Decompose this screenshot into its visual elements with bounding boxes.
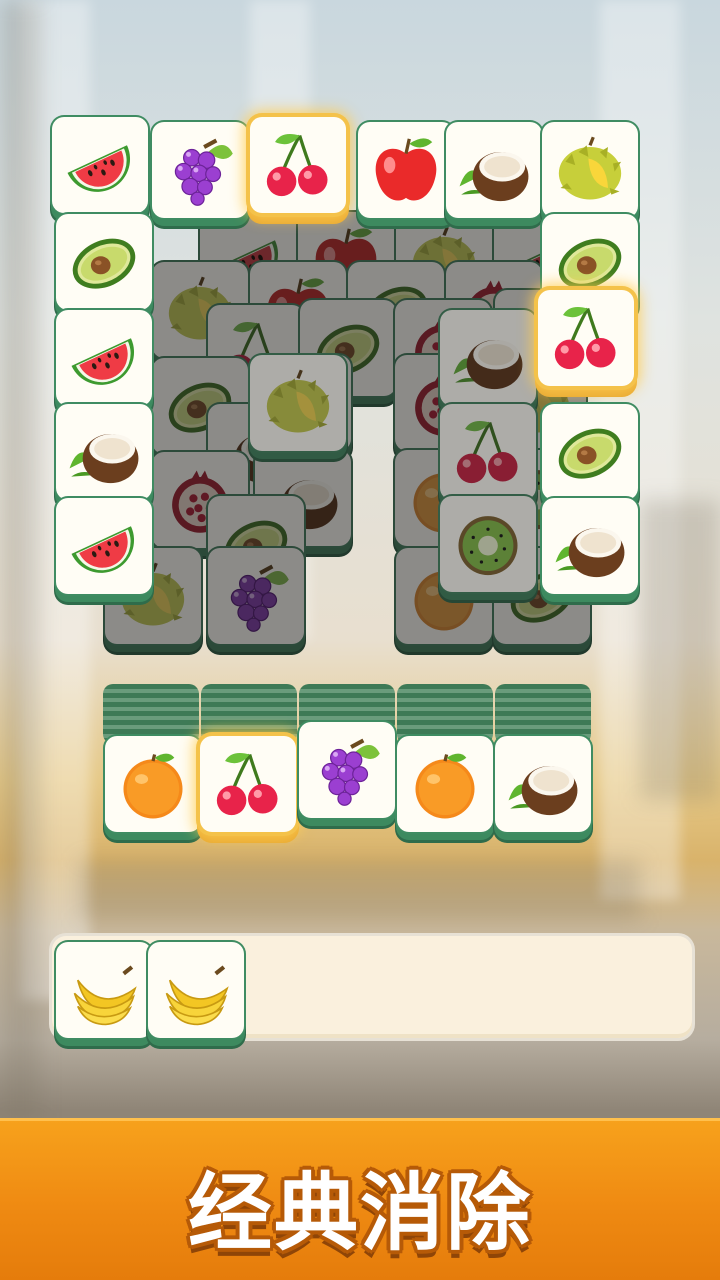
kiwi-icon [447, 503, 529, 585]
tile-right-3[interactable] [542, 404, 638, 500]
apple-icon [365, 129, 447, 211]
grapes-icon [215, 555, 297, 637]
watermelon-icon [63, 505, 145, 587]
coconut-icon [502, 743, 584, 825]
back-tile [440, 310, 536, 406]
tray-slot-1 [56, 942, 152, 1038]
tile-stack-4 [397, 684, 493, 744]
back-tile [208, 548, 304, 644]
cherry-icon [447, 411, 529, 493]
tile-bottom-2-selected[interactable] [200, 736, 296, 832]
tile-bottom-5[interactable] [495, 736, 591, 832]
coconut-icon [549, 505, 631, 587]
tile-right-4[interactable] [542, 498, 638, 594]
orange-icon [404, 743, 486, 825]
tile-right-2-selected[interactable] [538, 290, 634, 386]
banner-title: 经典消除 [187, 1164, 532, 1262]
tile-top-6[interactable] [542, 122, 638, 218]
watermelon-icon [63, 317, 145, 399]
cherry-icon [545, 297, 627, 379]
cherry-icon [207, 743, 289, 825]
orange-icon [112, 743, 194, 825]
banana-icon [155, 949, 237, 1031]
grapes-icon [159, 129, 241, 211]
coconut-icon [447, 317, 529, 399]
tile-left-2[interactable] [56, 310, 152, 406]
tile-left-3[interactable] [56, 404, 152, 500]
durian-icon [549, 129, 631, 211]
tile-stack-2 [201, 684, 297, 744]
durian-icon [257, 362, 339, 444]
tile-bottom-1[interactable] [105, 736, 201, 832]
banana-icon [63, 949, 145, 1031]
avocado-icon [549, 411, 631, 493]
tile-top-1[interactable] [52, 117, 148, 213]
tile-stack-5 [495, 684, 591, 744]
tray-slot-2 [148, 942, 244, 1038]
watermelon-icon [59, 124, 141, 206]
back-tile [250, 355, 346, 451]
tile-bottom-3[interactable] [299, 722, 395, 818]
cherry-icon [257, 124, 339, 206]
back-tile [440, 404, 536, 500]
tile-left-1[interactable] [56, 214, 152, 310]
tile-bottom-4[interactable] [397, 736, 493, 832]
tile-top-4[interactable] [358, 122, 454, 218]
tile-top-3-selected[interactable] [250, 117, 346, 213]
back-tile [440, 496, 536, 592]
tile-top-5[interactable] [446, 122, 542, 218]
avocado-icon [63, 221, 145, 303]
coconut-icon [453, 129, 535, 211]
tile-stack-1 [103, 684, 199, 744]
tile-top-2[interactable] [152, 122, 248, 218]
coconut-icon [63, 411, 145, 493]
grapes-icon [306, 729, 388, 811]
tile-left-4[interactable] [56, 498, 152, 594]
